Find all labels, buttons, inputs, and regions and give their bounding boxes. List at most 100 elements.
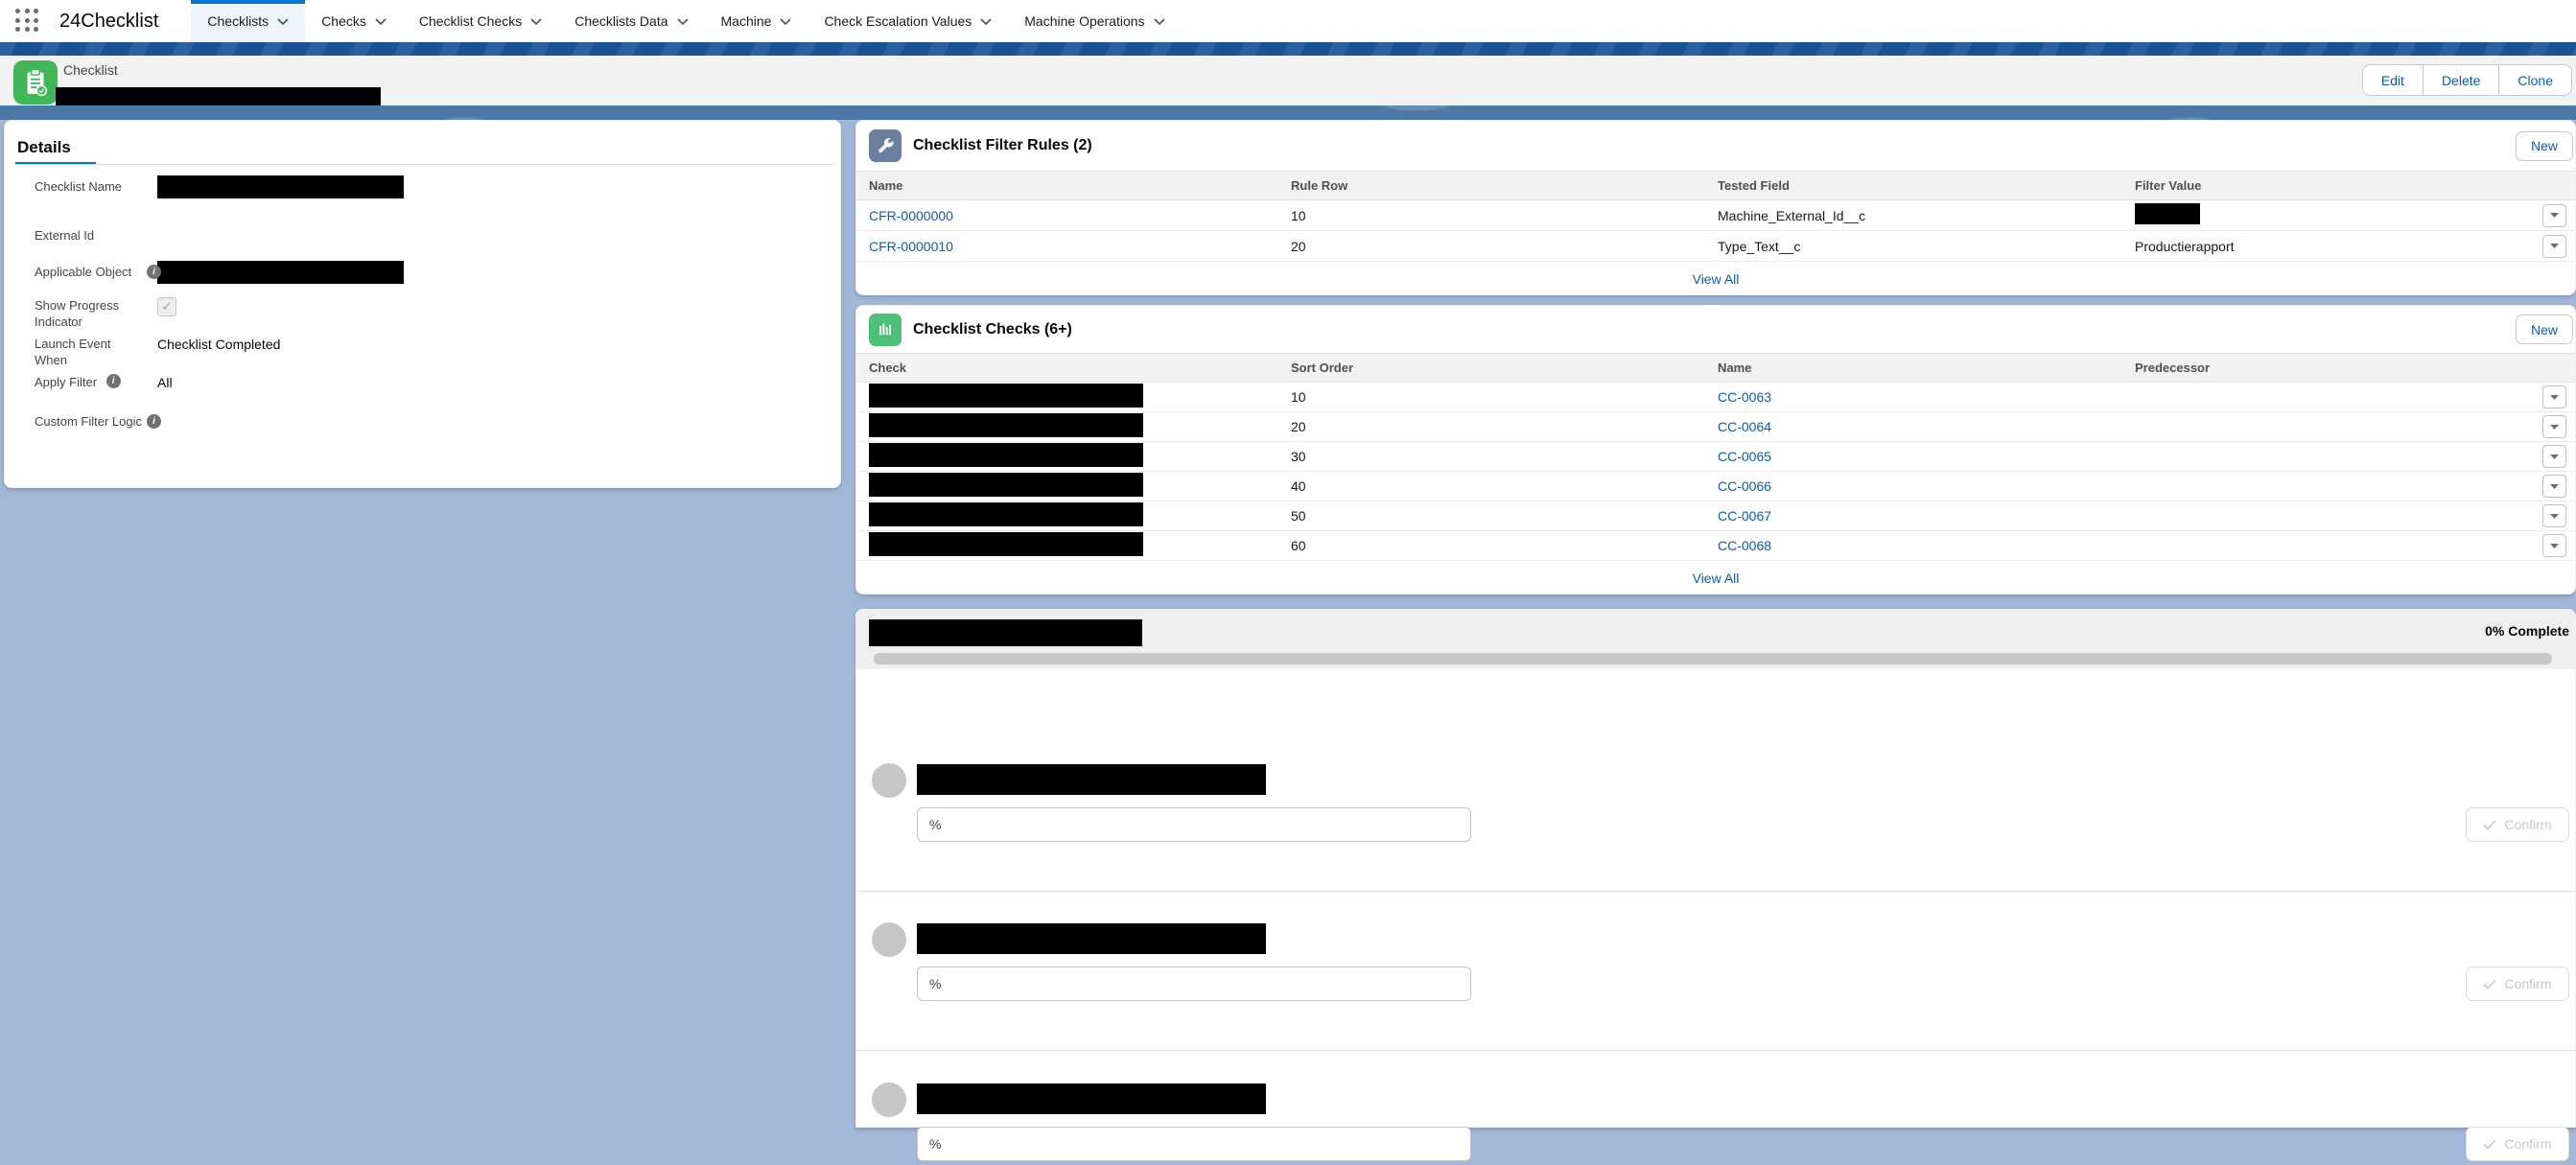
chevron-down-icon	[780, 18, 791, 25]
avatar	[872, 763, 906, 798]
field-show-progress-indicator: Show Progress Indicator ✓	[5, 297, 842, 330]
row-actions-button[interactable]	[2542, 504, 2566, 527]
redacted-check-name	[869, 532, 1143, 556]
filter-rule-link[interactable]: CFR-0000000	[869, 208, 953, 223]
app-name: 24Checklist	[59, 11, 158, 33]
main-content: Details Checklist Name External Id Appli…	[0, 120, 2576, 1128]
tab-checklist-checks[interactable]: Checklist Checks	[403, 0, 558, 42]
dropdown-triangle-icon	[2550, 244, 2559, 248]
object-label: Checklist	[63, 62, 118, 78]
delete-button[interactable]: Delete	[2423, 65, 2498, 95]
field-label: External Id	[35, 227, 147, 244]
info-icon[interactable]: i	[106, 374, 121, 388]
field-external-id: External Id	[5, 227, 842, 244]
cell-rule-row: 10	[1278, 208, 1705, 223]
dropdown-triangle-icon	[2550, 544, 2559, 548]
tab-label: Machine	[721, 13, 772, 29]
column-header-predecessor: Predecessor	[2122, 361, 2525, 375]
edit-button[interactable]: Edit	[2363, 65, 2423, 95]
avatar	[872, 1083, 906, 1117]
table-header: Check Sort Order Name Predecessor	[856, 353, 2575, 383]
check-link[interactable]: CC-0067	[1718, 508, 1771, 524]
chevron-down-icon	[375, 18, 386, 25]
clone-button[interactable]: Clone	[2498, 65, 2571, 95]
new-filter-rule-button[interactable]: New	[2516, 131, 2573, 161]
new-check-button[interactable]: New	[2516, 315, 2573, 344]
checkmark-icon	[2483, 1139, 2496, 1150]
confirm-button[interactable]: Confirm	[2466, 1127, 2569, 1161]
column-header-name: Name	[1705, 361, 2122, 375]
progress-item: Confirm	[872, 1083, 2575, 1165]
panel-title: Checklist Checks (6+)	[913, 321, 1072, 338]
confirm-label: Confirm	[2504, 1136, 2551, 1152]
redacted-item-title	[917, 1083, 1266, 1114]
row-actions-button[interactable]	[2542, 204, 2566, 227]
tab-checklists[interactable]: Checklists	[191, 0, 305, 42]
check-link[interactable]: CC-0065	[1718, 449, 1771, 464]
row-actions-button[interactable]	[2542, 385, 2566, 408]
tab-checklists-data[interactable]: Checklists Data	[558, 0, 704, 42]
show-progress-checkbox[interactable]: ✓	[157, 297, 176, 316]
percent-input[interactable]	[917, 1127, 1471, 1161]
checklist-progress-panel: 0% Complete Confirm Confirm	[855, 609, 2576, 1128]
progress-item: Confirm	[872, 763, 2575, 846]
chevron-down-icon	[677, 18, 689, 25]
confirm-button[interactable]: Confirm	[2466, 807, 2569, 842]
check-link[interactable]: CC-0064	[1718, 419, 1771, 434]
redacted-check-name	[869, 443, 1143, 467]
checklist-checks-icon	[869, 314, 902, 346]
confirm-button[interactable]: Confirm	[2466, 967, 2569, 1001]
field-checklist-name: Checklist Name	[5, 178, 842, 202]
row-actions-button[interactable]	[2542, 235, 2566, 258]
view-all-filter-rules-link[interactable]: View All	[1693, 271, 1740, 287]
row-actions-button[interactable]	[2542, 415, 2566, 438]
field-label: Show Progress Indicator	[35, 297, 147, 330]
tab-checks[interactable]: Checks	[305, 0, 403, 42]
global-nav: 24Checklist Checklists Checks Checklist …	[0, 0, 2576, 42]
tab-label: Checklists Data	[574, 13, 667, 29]
info-icon[interactable]: i	[147, 414, 161, 429]
row-actions-button[interactable]	[2542, 445, 2566, 468]
check-link[interactable]: CC-0063	[1718, 389, 1771, 405]
dropdown-triangle-icon	[2550, 514, 2559, 519]
percent-input[interactable]	[917, 807, 1471, 842]
filter-rule-link[interactable]: CFR-0000010	[869, 239, 953, 254]
dropdown-triangle-icon	[2550, 425, 2559, 430]
cell-sort-order: 50	[1278, 508, 1705, 524]
row-actions-button[interactable]	[2542, 475, 2566, 498]
app-launcher-icon[interactable]	[15, 9, 40, 34]
table-row: 40 CC-0066	[856, 472, 2575, 501]
check-link[interactable]: CC-0066	[1718, 478, 1771, 494]
percent-input[interactable]	[917, 967, 1471, 1001]
table-row: CFR-0000000 10 Machine_External_Id__c	[856, 200, 2575, 231]
tab-check-escalation-values[interactable]: Check Escalation Values	[808, 0, 1008, 42]
redacted-value	[157, 175, 404, 198]
table-row: 60 CC-0068	[856, 531, 2575, 561]
table-row: 20 CC-0064	[856, 412, 2575, 442]
panel-title: Checklist Filter Rules (2)	[913, 137, 1092, 154]
chevron-down-icon	[980, 18, 992, 25]
chevron-down-icon	[277, 18, 289, 25]
tab-machine[interactable]: Machine	[705, 0, 808, 42]
redacted-check-name	[869, 502, 1143, 526]
tab-machine-operations[interactable]: Machine Operations	[1008, 0, 1181, 42]
field-applicable-object: Applicable Object i	[5, 264, 842, 288]
cell-rule-row: 20	[1278, 239, 1705, 254]
info-icon[interactable]: i	[147, 265, 161, 279]
field-label: Checklist Name	[35, 178, 147, 195]
field-launch-event-when: Launch Event When Checklist Completed	[5, 336, 842, 368]
confirm-label: Confirm	[2504, 817, 2551, 832]
field-value: Checklist Completed	[157, 336, 280, 353]
progress-item: Confirm	[872, 922, 2575, 1005]
checkmark-icon	[2483, 979, 2496, 990]
view-all-checks-link[interactable]: View All	[1693, 571, 1740, 586]
cell-tested-field: Type_Text__c	[1705, 239, 2122, 254]
redacted-check-name	[869, 473, 1143, 497]
check-link[interactable]: CC-0068	[1718, 538, 1771, 553]
row-actions-button[interactable]	[2542, 534, 2566, 557]
redacted-check-name	[869, 384, 1143, 408]
wrench-icon	[876, 136, 895, 155]
column-header-name: Name	[856, 178, 1278, 193]
tab-label: Checklist Checks	[419, 13, 522, 29]
tab-details[interactable]: Details	[17, 138, 71, 157]
